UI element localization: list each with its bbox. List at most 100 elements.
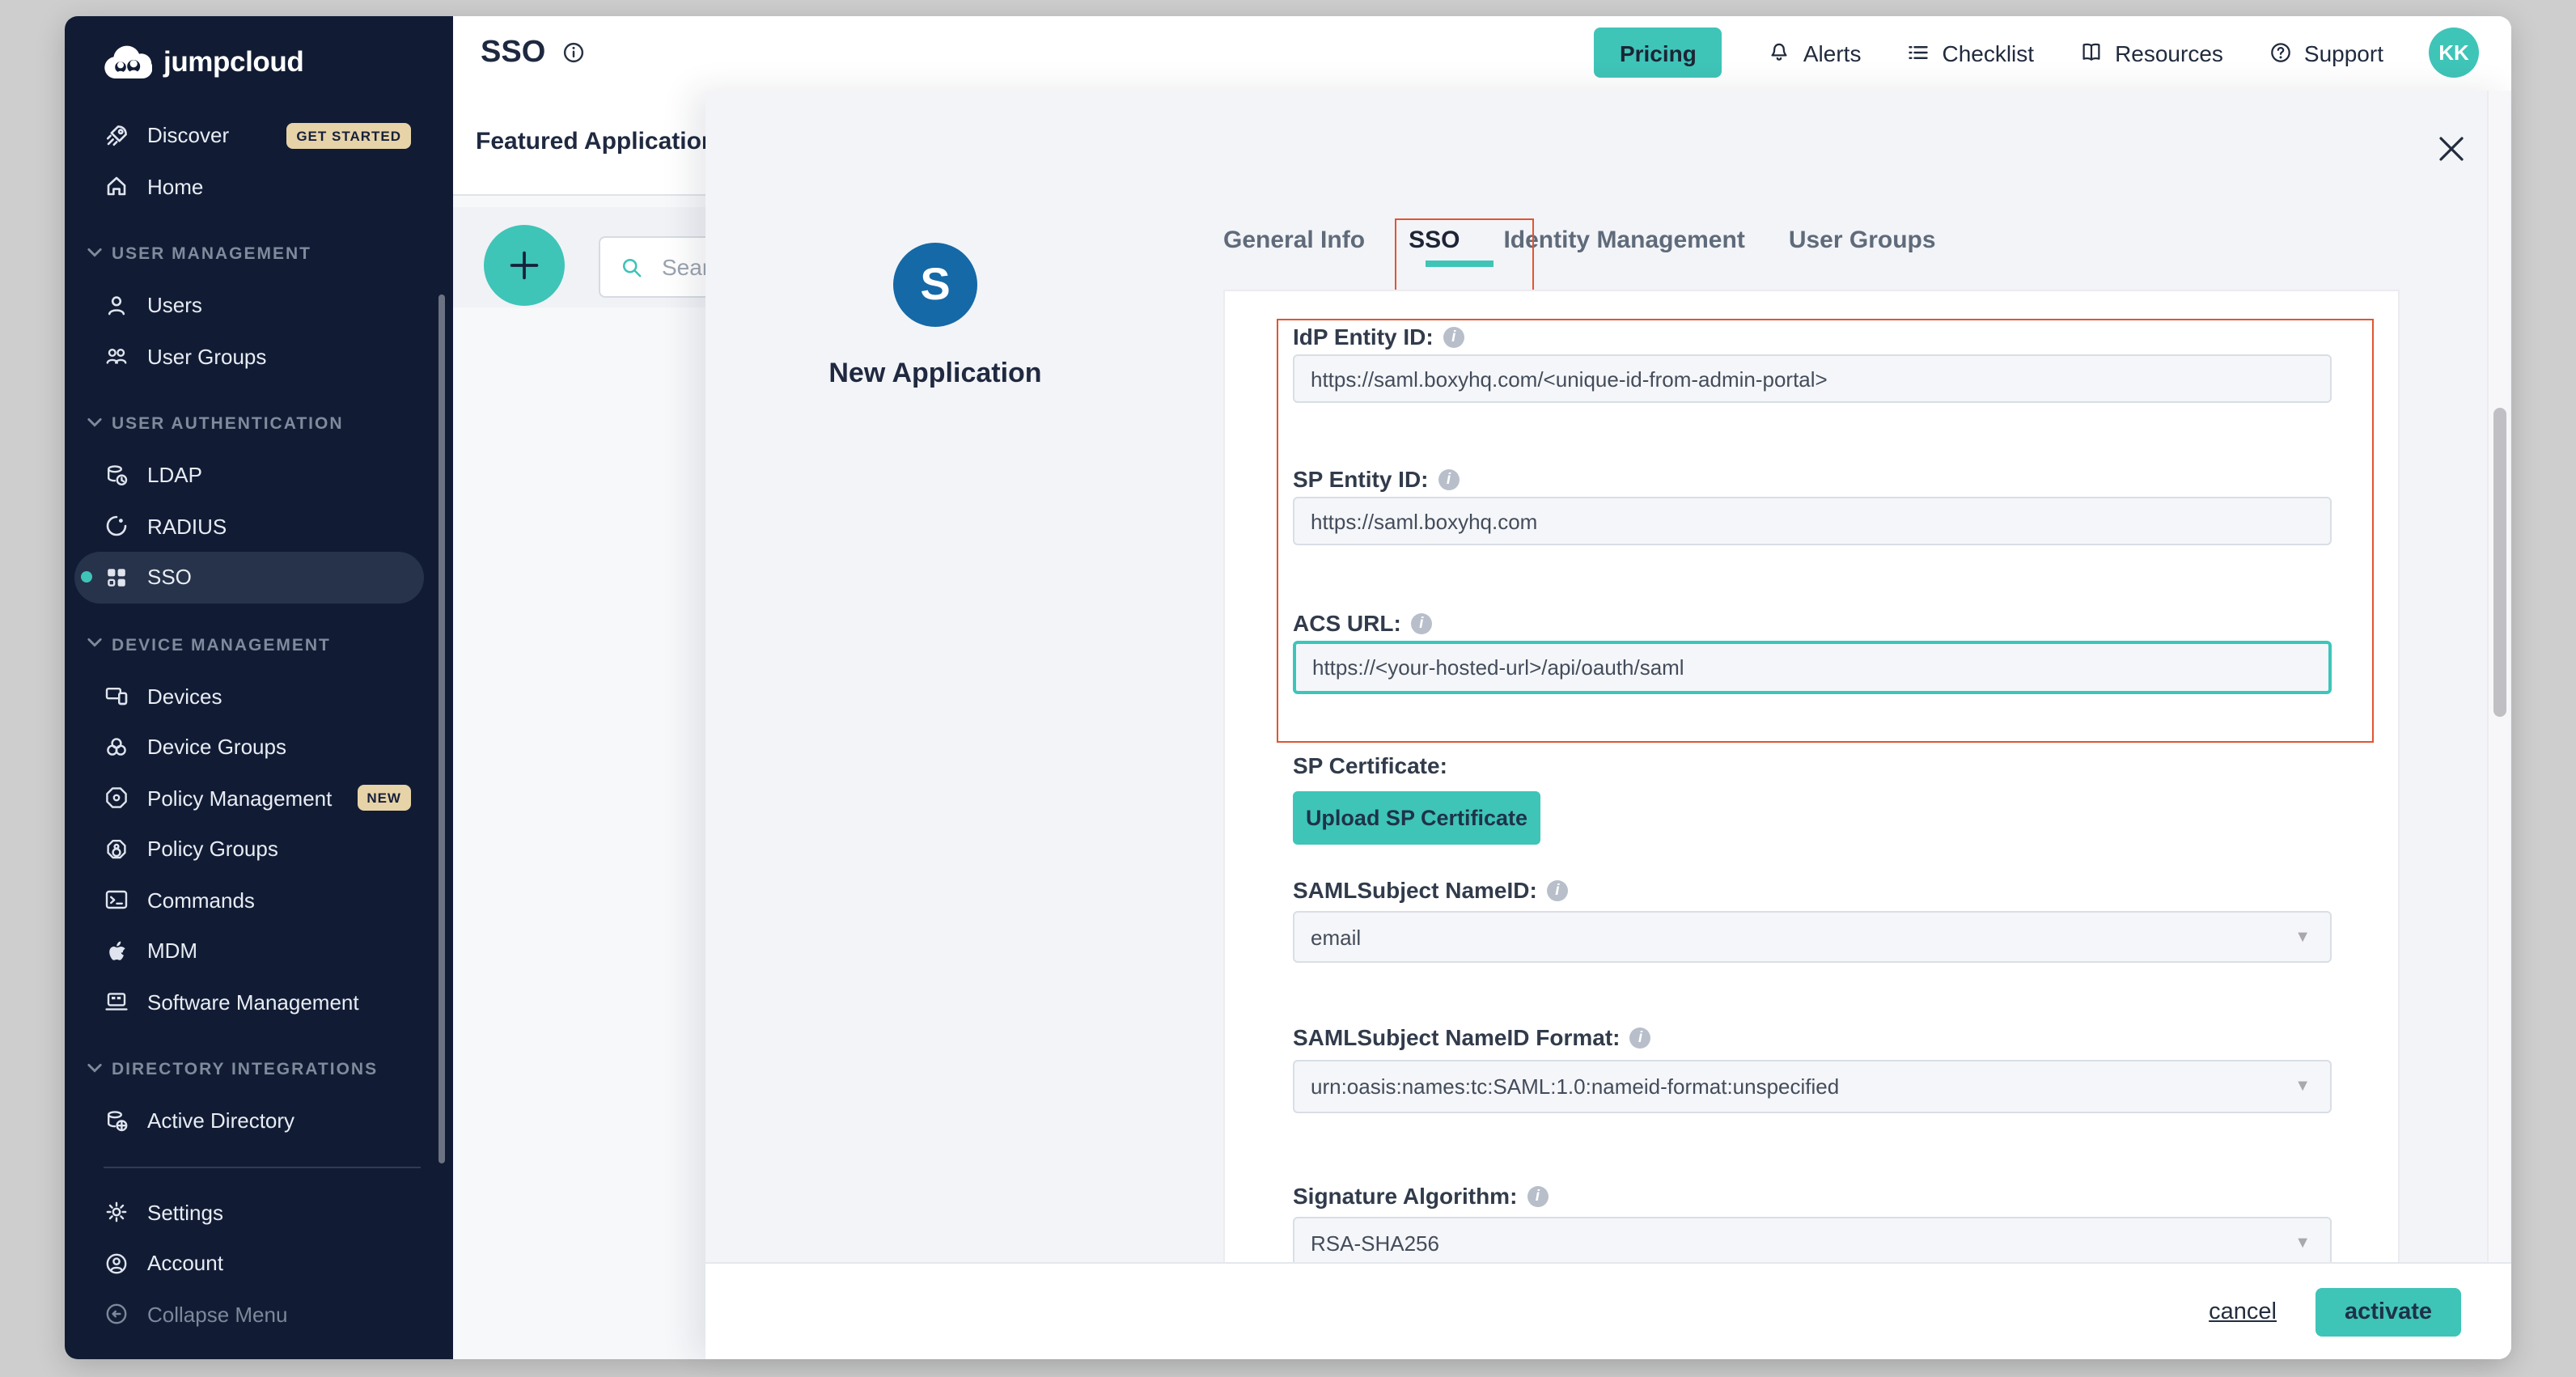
samlsubject-nameid-format-label: SAMLSubject NameID Format: i (1293, 1021, 1651, 1053)
sidebar-item-label: Settings (147, 1201, 223, 1225)
sp-entity-id-label: SP Entity ID: i (1293, 463, 1460, 495)
bell-icon (1768, 40, 1792, 65)
header-item-support[interactable]: Support (2269, 40, 2383, 66)
sp-entity-id-input[interactable] (1293, 497, 2332, 545)
sidebar-section-user-management[interactable]: USER MANAGEMENT (65, 229, 453, 280)
sidebar-item-ldap[interactable]: LDAP (74, 450, 424, 501)
sidebar-item-account[interactable]: Account (74, 1238, 424, 1289)
chevron-down-icon (87, 638, 102, 653)
avatar[interactable]: KK (2429, 28, 2479, 78)
sidebar-item-label: Policy Groups (147, 837, 278, 862)
info-icon[interactable]: i (1411, 612, 1432, 633)
caret-down-icon: ▼ (2294, 1235, 2311, 1252)
sidebar-item-home[interactable]: Home (74, 161, 424, 212)
stage: jumpcloud Discover GET STARTED Home USER (0, 0, 2576, 1377)
devices-icon (104, 684, 129, 710)
header-item-checklist[interactable]: Checklist (1906, 40, 2034, 66)
sidebar-item-commands[interactable]: Commands (74, 875, 424, 926)
tab-general-info[interactable]: General Info (1223, 227, 1365, 254)
sidebar-item-label: Devices (147, 684, 222, 709)
account-icon (104, 1251, 129, 1277)
sidebar-item-policy-groups[interactable]: Policy Groups (74, 824, 424, 875)
sidebar-item-label: User Groups (147, 345, 266, 369)
checklist-icon (1906, 40, 1930, 65)
caret-down-icon: ▼ (2294, 928, 2311, 946)
modal-scrollbar-thumb[interactable] (2493, 408, 2506, 717)
new-application-modal: S New Application General Info SSO Ident… (705, 91, 2511, 1359)
sidebar-item-policy-management[interactable]: Policy Management NEW (74, 773, 424, 824)
sidebar-scrollbar[interactable] (439, 294, 445, 1163)
sidebar-item-label: Account (147, 1252, 223, 1276)
caret-down-icon: ▼ (2294, 1078, 2311, 1095)
policy-management-icon (104, 786, 129, 811)
sidebar-item-label: Device Groups (147, 735, 286, 760)
question-circle-icon (2269, 40, 2293, 65)
sp-certificate-label: SP Certificate: (1293, 749, 1447, 782)
tab-user-groups[interactable]: User Groups (1789, 227, 1936, 254)
sidebar-section-directory-integrations[interactable]: DIRECTORY INTEGRATIONS (65, 1044, 453, 1095)
header-item-alerts[interactable]: Alerts (1768, 40, 1862, 66)
sidebar-item-users[interactable]: Users (74, 280, 424, 331)
sidebar-section-device-management[interactable]: DEVICE MANAGEMENT (65, 620, 453, 671)
active-directory-icon (104, 1108, 129, 1134)
sidebar-item-collapse-menu[interactable]: Collapse Menu (74, 1289, 424, 1340)
radius-icon (104, 514, 129, 540)
sidebar-item-settings[interactable]: Settings (74, 1187, 424, 1238)
sso-config-form: IdP Entity ID: i SP Entity ID: i ACS URL… (1223, 290, 2400, 1264)
info-icon[interactable]: i (1438, 468, 1460, 489)
application-logo: S (893, 243, 977, 327)
sidebar-item-label: Collapse Menu (147, 1303, 287, 1327)
add-application-button[interactable] (484, 225, 565, 306)
brand-name: jumpcloud (163, 45, 303, 79)
sidebar: jumpcloud Discover GET STARTED Home USER (65, 16, 453, 1359)
samlsubject-nameid-select[interactable]: email ▼ (1293, 911, 2332, 963)
sidebar-item-label: RADIUS (147, 515, 227, 539)
sidebar-divider (104, 1166, 421, 1167)
ldap-database-icon (104, 463, 129, 489)
cancel-button[interactable]: cancel (2209, 1299, 2277, 1324)
sidebar-item-active-directory[interactable]: Active Directory (74, 1095, 424, 1146)
sidebar-item-software-management[interactable]: Software Management (74, 977, 424, 1027)
upload-sp-certificate-button[interactable]: Upload SP Certificate (1293, 791, 1540, 845)
idp-entity-id-label: IdP Entity ID: i (1293, 320, 1464, 353)
sidebar-item-mdm[interactable]: MDM (74, 926, 424, 977)
gear-icon (104, 1200, 129, 1226)
sidebar-item-label: Policy Management (147, 786, 332, 811)
header-item-resources[interactable]: Resources (2079, 40, 2223, 66)
terminal-icon (104, 888, 129, 913)
close-icon[interactable] (2437, 134, 2466, 163)
user-icon (104, 293, 129, 319)
sidebar-item-label: Commands (147, 888, 255, 913)
activate-button[interactable]: activate (2315, 1287, 2461, 1336)
samlsubject-nameid-format-select[interactable]: urn:oasis:names:tc:SAML:1.0:nameid-forma… (1293, 1060, 2332, 1113)
sidebar-item-discover[interactable]: Discover GET STARTED (74, 110, 424, 161)
sidebar-nav: Discover GET STARTED Home USER MANAGEMEN… (65, 110, 453, 1340)
get-started-badge: GET STARTED (286, 123, 411, 149)
brand-logo[interactable]: jumpcloud (104, 45, 303, 79)
info-icon[interactable]: i (1547, 879, 1568, 900)
acs-url-label: ACS URL: i (1293, 607, 1432, 639)
signature-algorithm-select[interactable]: RSA-SHA256 ▼ (1293, 1217, 2332, 1264)
sidebar-item-device-groups[interactable]: Device Groups (74, 722, 424, 773)
new-badge: NEW (357, 786, 411, 811)
info-icon[interactable]: i (1630, 1027, 1651, 1048)
acs-url-input[interactable] (1293, 641, 2332, 694)
info-icon[interactable] (561, 40, 586, 65)
sidebar-item-radius[interactable]: RADIUS (74, 501, 424, 552)
app-window: jumpcloud Discover GET STARTED Home USER (65, 16, 2511, 1359)
header-actions: Pricing Alerts Checklist Resources Suppo… (1594, 16, 2479, 89)
featured-applications-title: Featured Applications (476, 128, 730, 155)
tab-sso[interactable]: SSO (1409, 227, 1460, 254)
info-icon[interactable]: i (1527, 1185, 1548, 1206)
pricing-button[interactable]: Pricing (1594, 28, 1722, 78)
search-icon (620, 255, 644, 279)
sidebar-item-user-groups[interactable]: User Groups (74, 331, 424, 382)
idp-entity-id-input[interactable] (1293, 354, 2332, 403)
sidebar-item-devices[interactable]: Devices (74, 671, 424, 722)
tab-identity-management[interactable]: Identity Management (1503, 227, 1744, 254)
apple-icon (104, 938, 129, 964)
info-icon[interactable]: i (1443, 326, 1464, 347)
sidebar-section-user-authentication[interactable]: USER AUTHENTICATION (65, 399, 453, 450)
chevron-down-icon (87, 1063, 102, 1078)
sidebar-item-sso[interactable]: SSO (74, 552, 424, 603)
